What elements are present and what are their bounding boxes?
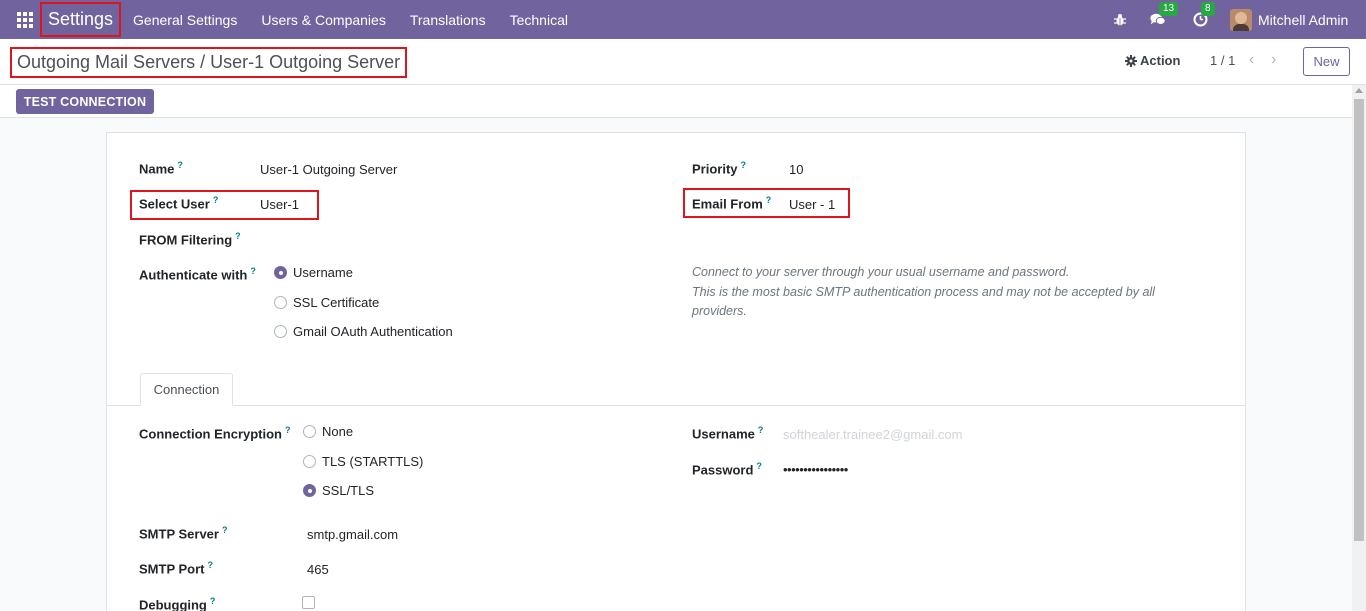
priority-field[interactable]: 10 xyxy=(789,162,803,177)
radio-selected-icon[interactable] xyxy=(303,484,316,497)
smtp-port-label: SMTP Port? xyxy=(139,560,213,577)
pager-previous-icon[interactable]: ‹ xyxy=(1249,51,1254,69)
menu-users-companies[interactable]: Users & Companies xyxy=(261,12,386,28)
pager-next-icon[interactable]: › xyxy=(1271,51,1276,69)
radio-icon[interactable] xyxy=(303,455,316,468)
menu-technical[interactable]: Technical xyxy=(510,12,568,28)
debug-bug-icon[interactable] xyxy=(1112,12,1128,28)
tab-connection[interactable]: Connection xyxy=(140,373,233,406)
user-name[interactable]: Mitchell Admin xyxy=(1258,12,1366,28)
pager-value[interactable]: 1 / 1 xyxy=(1210,53,1235,68)
username-label: Username? xyxy=(692,425,764,442)
connection-encryption-label: Connection Encryption? xyxy=(139,425,291,442)
debugging-checkbox[interactable] xyxy=(302,596,315,609)
gear-icon xyxy=(1125,54,1137,67)
user-avatar[interactable] xyxy=(1230,8,1252,31)
smtp-port-field[interactable]: 465 xyxy=(307,562,329,577)
activities-badge: 8 xyxy=(1201,1,1215,16)
radio-icon[interactable] xyxy=(274,325,287,338)
email-from-field[interactable]: User - 1 xyxy=(789,197,835,212)
smtp-server-field[interactable]: smtp.gmail.com xyxy=(307,527,398,542)
test-connection-button[interactable]: TEST CONNECTION xyxy=(16,89,154,114)
tab-divider xyxy=(107,405,1245,406)
username-field[interactable]: softhealer.trainee2@gmail.com xyxy=(783,427,962,442)
navbar-systray: 13 8 Mitchell Admin xyxy=(1112,0,1366,39)
app-brand[interactable]: Settings xyxy=(40,2,122,37)
form-sheet: Name? User-1 Outgoing Server Select User… xyxy=(106,132,1246,611)
action-menu-button[interactable]: Action xyxy=(1125,53,1180,68)
password-label: Password? xyxy=(692,461,762,478)
encryption-radio-ssl[interactable]: SSL/TLS xyxy=(303,483,374,498)
scroll-up-arrow-icon[interactable] xyxy=(1355,88,1363,93)
auth-radio-ssl-certificate[interactable]: SSL Certificate xyxy=(274,295,379,310)
select-user-label: Select User? xyxy=(139,195,219,212)
password-field[interactable]: •••••••••••••••• xyxy=(783,462,848,477)
scrollbar-thumb[interactable] xyxy=(1354,99,1364,541)
apps-menu-icon[interactable] xyxy=(17,11,33,28)
scrollbar[interactable] xyxy=(1352,85,1366,611)
menu-general-settings[interactable]: General Settings xyxy=(133,12,237,28)
form-statusbar: TEST CONNECTION xyxy=(0,85,1352,118)
action-label: Action xyxy=(1140,53,1181,68)
authenticate-with-label: Authenticate with? xyxy=(139,266,256,283)
new-button[interactable]: New xyxy=(1303,47,1350,76)
from-filtering-label: FROM Filtering? xyxy=(139,231,241,248)
smtp-server-label: SMTP Server? xyxy=(139,525,228,542)
messages-badge: 13 xyxy=(1159,1,1179,16)
name-field[interactable]: User-1 Outgoing Server xyxy=(260,162,397,177)
control-panel: Outgoing Mail Servers / User-1 Outgoing … xyxy=(0,39,1366,85)
top-navbar: Settings General Settings Users & Compan… xyxy=(0,0,1366,39)
main-menu: General Settings Users & Companies Trans… xyxy=(133,12,592,28)
messages-chat-icon[interactable]: 13 xyxy=(1150,1,1179,28)
radio-selected-icon[interactable] xyxy=(274,266,287,279)
debugging-label: Debugging? xyxy=(139,596,216,611)
priority-label: Priority? xyxy=(692,160,747,177)
auth-help-text: Connect to your server through your usua… xyxy=(692,265,1155,318)
activities-clock-icon[interactable]: 8 xyxy=(1192,1,1215,28)
auth-radio-gmail-oauth[interactable]: Gmail OAuth Authentication xyxy=(274,324,453,339)
radio-icon[interactable] xyxy=(274,296,287,309)
encryption-radio-none[interactable]: None xyxy=(303,424,353,439)
encryption-radio-tls[interactable]: TLS (STARTTLS) xyxy=(303,454,423,469)
radio-icon[interactable] xyxy=(303,425,316,438)
select-user-field[interactable]: User-1 xyxy=(260,197,299,212)
breadcrumb[interactable]: Outgoing Mail Servers / User-1 Outgoing … xyxy=(10,47,408,78)
name-label: Name? xyxy=(139,160,183,177)
menu-translations[interactable]: Translations xyxy=(410,12,486,28)
email-from-label: Email From? xyxy=(692,195,772,212)
auth-radio-username[interactable]: Username xyxy=(274,265,353,280)
